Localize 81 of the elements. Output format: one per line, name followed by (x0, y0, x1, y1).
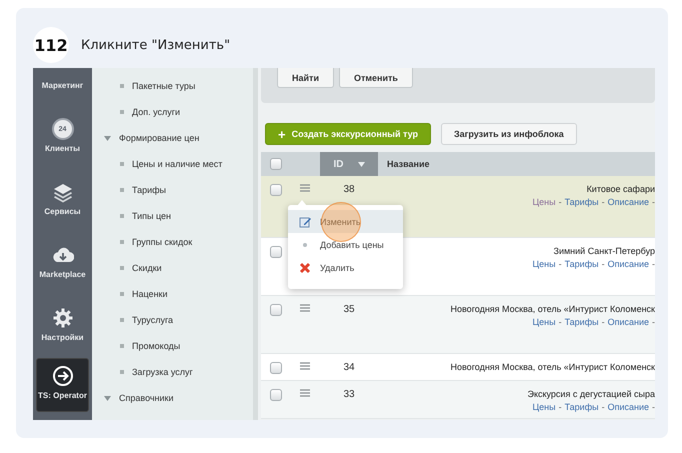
row-link[interactable]: Цены (532, 402, 556, 412)
sidebar-item[interactable]: Маркетинг (36, 68, 89, 96)
link-separator: - (602, 402, 605, 412)
load-button[interactable]: Загрузить из инфоблока (441, 123, 577, 145)
menu-icon[interactable] (300, 362, 310, 370)
menu-icon[interactable] (300, 304, 310, 312)
nav-item[interactable]: Формирование цен (119, 133, 200, 143)
nav-item[interactable]: Туруслуга (132, 315, 174, 325)
row-link[interactable]: Тарифы (564, 402, 599, 412)
find-button[interactable]: Найти (277, 68, 334, 88)
row-link[interactable]: Тарифы (564, 259, 599, 269)
nav-item[interactable]: Цены и наличие мест (132, 159, 222, 169)
row-link[interactable]: Тарифы (564, 197, 599, 207)
id-cell: 38 (343, 184, 355, 195)
link-separator: - (652, 402, 655, 412)
nav-item[interactable]: Справочники (119, 393, 174, 403)
menu-item[interactable]: Удалить (288, 256, 403, 279)
link-separator: - (652, 197, 655, 207)
nav-item[interactable]: Тарифы (132, 185, 166, 195)
nav-item[interactable]: Промокоды (132, 341, 180, 351)
edit-icon (299, 216, 311, 228)
gear-icon[interactable] (52, 307, 74, 329)
expand-caret-icon[interactable] (104, 136, 111, 140)
nav-item[interactable]: Доп. услуги (132, 107, 180, 117)
row-link[interactable]: Описание (608, 197, 649, 207)
menu-icon[interactable] (300, 389, 310, 397)
delete-icon (299, 262, 311, 274)
link-separator: - (558, 197, 562, 207)
link-separator: - (558, 402, 562, 412)
tour-name: Новогодняя Москва, отель «Интурист Коломенск (450, 362, 655, 372)
nav-item[interactable]: Пакетные туры (132, 81, 196, 91)
cancel-button[interactable]: Отменить (338, 68, 413, 88)
sidebar-item[interactable]: Сервисы (36, 159, 89, 222)
link-separator: - (652, 317, 655, 327)
link-separator: - (602, 317, 605, 327)
nav-item[interactable]: Типы цен (132, 211, 172, 221)
row-link[interactable]: Описание (608, 259, 649, 269)
step-instruction: Кликните "Изменить" (81, 38, 230, 52)
nav-item[interactable]: Скидки (132, 263, 162, 273)
link-separator: - (602, 197, 605, 207)
link-separator: - (558, 317, 562, 327)
table-row[interactable]: 34 Новогодняя Москва, отель «Интурист Коломенск (261, 354, 655, 381)
expand-caret-icon[interactable] (104, 396, 111, 400)
tour-name: Зимний Санкт-Петербур (554, 246, 655, 256)
id-cell: 34 (343, 362, 355, 373)
link-separator: - (602, 259, 605, 269)
row-link[interactable]: Тарифы (564, 317, 599, 327)
arrow-circle-icon[interactable] (52, 364, 74, 386)
select-all-checkbox[interactable] (270, 158, 282, 170)
plus-icon: + (278, 126, 286, 142)
row-checkbox[interactable] (270, 389, 282, 401)
tour-name: Экскурсия с дегустацией сыра (527, 389, 655, 399)
id-cell: 35 (343, 304, 355, 315)
row-checkbox[interactable] (270, 362, 282, 374)
layers-icon[interactable] (52, 181, 74, 203)
row-link[interactable]: Описание (608, 317, 649, 327)
nav-item[interactable]: Группы скидок (132, 237, 192, 247)
sidebar-item[interactable]: TS: Operator (36, 358, 89, 412)
step-number: 112 (33, 27, 69, 63)
tour-name: Новогодняя Москва, отель «Интурист Коломенск (450, 304, 655, 314)
link-separator: - (652, 259, 655, 269)
row-checkbox[interactable] (270, 246, 282, 258)
sort-caret-icon (358, 162, 364, 166)
table-row[interactable]: 33 Экскурсия с дегустацией сыра Цены - Тарифы - Описание - (261, 381, 655, 419)
nav-item[interactable]: Наценки (132, 289, 168, 299)
menu-icon[interactable] (300, 184, 310, 192)
table-row[interactable]: 35 Новогодняя Москва, отель «Интурист Коломенск Цены - Тарифы - Описание - (261, 296, 655, 354)
row-checkbox[interactable] (270, 184, 282, 196)
row-link[interactable]: Цены (532, 317, 556, 327)
column-header[interactable]: Название (378, 159, 430, 169)
link-separator: - (558, 259, 562, 269)
sidebar-item[interactable]: Marketplace (36, 222, 89, 285)
row-link[interactable]: Описание (608, 402, 649, 412)
sidebar-item[interactable]: Настройки (36, 285, 89, 348)
id-cell: 33 (343, 389, 355, 400)
row-checkbox[interactable] (270, 304, 282, 316)
row-link[interactable]: Цены (532, 197, 556, 207)
nav-item[interactable]: Загрузка услуг (132, 367, 193, 377)
column-label: ID (334, 158, 344, 170)
tour-name: Китовое сафари (586, 184, 655, 194)
row-link[interactable]: Цены (532, 259, 556, 269)
